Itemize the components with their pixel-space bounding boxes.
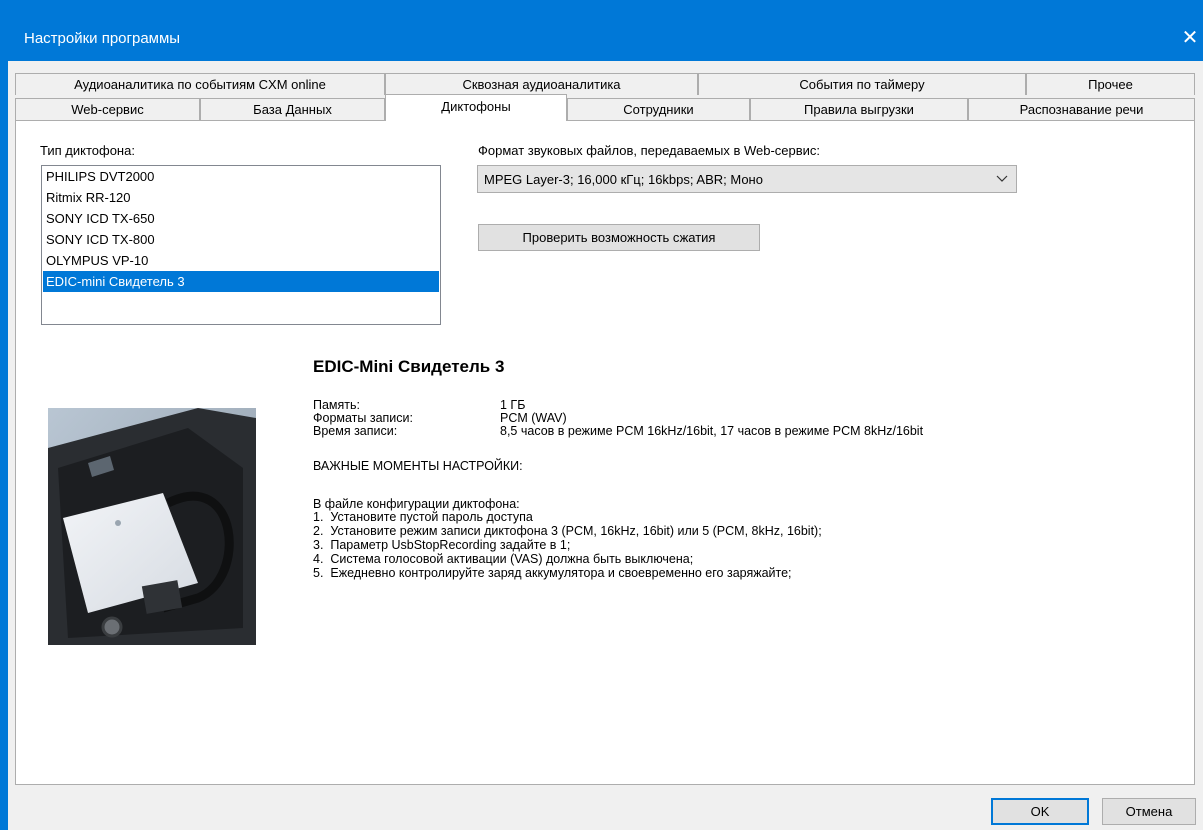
list-item[interactable]: OLYMPUS VP-10 bbox=[43, 250, 439, 271]
list-item[interactable]: Ritmix RR-120 bbox=[43, 187, 439, 208]
config-step: 4. Система голосовой активации (VAS) дол… bbox=[313, 552, 694, 566]
list-item[interactable]: PHILIPS DVT2000 bbox=[43, 166, 439, 187]
record-time-value: 8,5 часов в режиме PCM 16kHz/16bit, 17 ч… bbox=[500, 424, 924, 438]
recorder-type-list[interactable]: PHILIPS DVT2000 Ritmix RR-120 SONY ICD T… bbox=[41, 165, 441, 325]
list-item-selected[interactable]: EDIC-mini Свидетель 3 bbox=[43, 271, 439, 292]
config-step: 2. Установите режим записи диктофона 3 (… bbox=[313, 524, 822, 538]
config-step: 3. Параметр UsbStopRecording задайте в 1… bbox=[313, 538, 571, 552]
recorder-type-label: Тип диктофона: bbox=[40, 143, 135, 158]
tab-speech-recognition[interactable]: Распознавание речи bbox=[968, 98, 1195, 120]
record-time-label: Время записи: bbox=[313, 424, 398, 438]
format-select[interactable]: MPEG Layer-3; 16,000 кГц; 16kbps; ABR; М… bbox=[477, 165, 1017, 193]
list-item[interactable]: SONY ICD TX-650 bbox=[43, 208, 439, 229]
tab-cxm-analytics[interactable]: Аудиоаналитика по событиям CXM online bbox=[15, 73, 385, 95]
check-compression-button[interactable]: Проверить возможность сжатия bbox=[478, 224, 760, 251]
window-title: Настройки программы bbox=[24, 30, 181, 47]
config-step: 5. Ежедневно контролируйте заряд аккумул… bbox=[313, 566, 792, 580]
tab-through-analytics[interactable]: Сквозная аудиоаналитика bbox=[385, 73, 698, 95]
format-label: Формат звуковых файлов, передаваемых в W… bbox=[478, 143, 821, 158]
tab-other[interactable]: Прочее bbox=[1026, 73, 1195, 95]
list-item[interactable]: SONY ICD TX-800 bbox=[43, 229, 439, 250]
ok-button[interactable]: OK bbox=[991, 798, 1089, 825]
window-border bbox=[0, 61, 8, 830]
tab-database[interactable]: База Данных bbox=[200, 98, 385, 120]
device-name-heading: EDIC-Mini Свидетель 3 bbox=[313, 357, 505, 376]
config-step: 1. Установите пустой пароль доступа bbox=[313, 510, 533, 524]
device-photo bbox=[48, 408, 256, 645]
important-heading: ВАЖНЫЕ МОМЕНТЫ НАСТРОЙКИ: bbox=[313, 459, 523, 473]
format-select-value: MPEG Layer-3; 16,000 кГц; 16kbps; ABR; М… bbox=[484, 172, 763, 187]
tab-web-service[interactable]: Web-сервис bbox=[15, 98, 200, 120]
close-icon[interactable]: ✕ bbox=[1177, 24, 1203, 52]
tab-timer-events[interactable]: События по таймеру bbox=[698, 73, 1026, 95]
title-bar: Настройки программы ✕ bbox=[0, 0, 1203, 61]
tab-recorders[interactable]: Диктофоны bbox=[385, 94, 567, 121]
tab-employees[interactable]: Сотрудники bbox=[567, 98, 750, 120]
cancel-button[interactable]: Отмена bbox=[1102, 798, 1196, 825]
tab-export-rules[interactable]: Правила выгрузки bbox=[750, 98, 968, 120]
chevron-down-icon[interactable] bbox=[996, 170, 1008, 189]
